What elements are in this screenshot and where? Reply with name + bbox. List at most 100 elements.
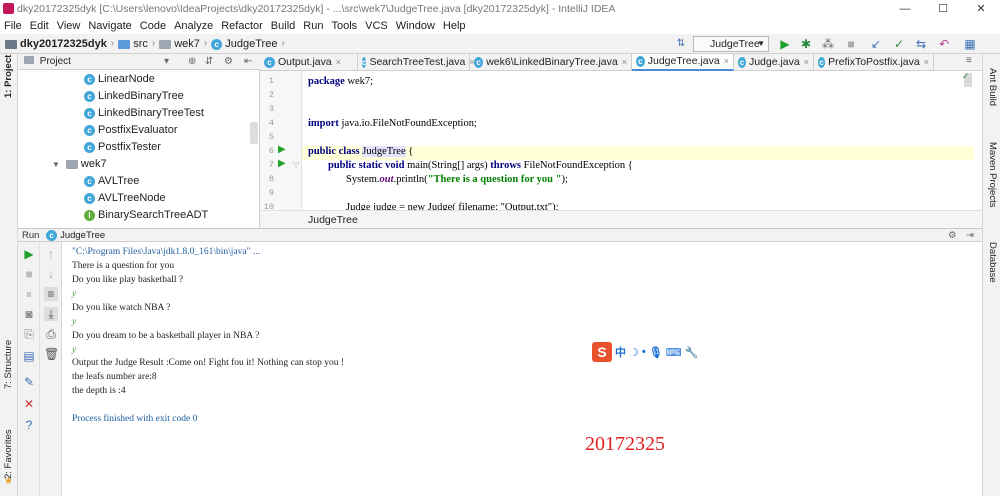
- run-icon[interactable]: ▶: [779, 38, 791, 50]
- gear-icon[interactable]: ⚙: [948, 229, 957, 242]
- ant-build-tool-tab[interactable]: Ant Build: [987, 68, 998, 106]
- database-tool-tab[interactable]: Database: [987, 242, 998, 283]
- menu-refactor[interactable]: Refactor: [217, 18, 267, 34]
- hide-panel-icon[interactable]: ⇥: [966, 229, 974, 242]
- tabs-menu-icon[interactable]: ≡: [966, 55, 972, 66]
- package-folder-icon: [159, 39, 172, 49]
- tree-item-package[interactable]: ▼ wek7: [52, 156, 107, 173]
- run-gutter-icon[interactable]: ▶: [278, 158, 286, 169]
- tab-searchtreetest-java[interactable]: c SearchTreeTest.java ×: [358, 54, 475, 71]
- debug-icon[interactable]: ✱: [800, 38, 812, 50]
- menu-window[interactable]: Window: [392, 18, 439, 34]
- close-tab-icon[interactable]: ×: [724, 53, 729, 70]
- menu-analyze[interactable]: Analyze: [170, 18, 217, 34]
- project-tool-tab[interactable]: 1: Project: [3, 55, 14, 98]
- close-tab-icon[interactable]: ×: [622, 54, 627, 71]
- menu-help[interactable]: Help: [439, 18, 470, 34]
- restore-layout-icon[interactable]: ⎘: [22, 327, 36, 341]
- scrollbar-thumb[interactable]: [250, 122, 258, 144]
- dropdown-arrow-icon[interactable]: ▾: [164, 54, 169, 70]
- keyboard-icon[interactable]: ⌨: [666, 346, 682, 359]
- menu-edit[interactable]: Edit: [26, 18, 53, 34]
- menu-navigate[interactable]: Navigate: [84, 18, 135, 34]
- stop-icon[interactable]: ■: [845, 38, 857, 50]
- interface-icon: I: [84, 210, 95, 221]
- microphone-icon[interactable]: 🎙: [649, 346, 663, 359]
- close-tab-icon[interactable]: ×: [804, 54, 809, 71]
- scroll-to-end-icon[interactable]: ⤓: [44, 307, 58, 321]
- breadcrumb-project[interactable]: dky20172325dyk: [20, 37, 107, 51]
- menu-view[interactable]: View: [53, 18, 85, 34]
- tree-item[interactable]: c LinkedBinaryTree: [84, 88, 184, 105]
- arrow-up-icon[interactable]: ↑: [44, 247, 58, 261]
- tab-linkedbinarytree-java[interactable]: c wek6\LinkedBinaryTree.java ×: [470, 54, 632, 71]
- project-structure-icon[interactable]: ▦: [964, 38, 976, 50]
- project-panel-title[interactable]: Project: [40, 56, 71, 67]
- console-output[interactable]: "C:\Program Files\Java\jdk1.8.0_161\bin\…: [62, 242, 982, 496]
- tree-item[interactable]: c LinearNode: [84, 71, 155, 88]
- menu-tools[interactable]: Tools: [327, 18, 361, 34]
- coverage-icon[interactable]: ⁂: [822, 38, 834, 50]
- pause-icon[interactable]: ⏸: [22, 287, 36, 301]
- menu-vcs[interactable]: VCS: [361, 18, 392, 34]
- favorites-tool-tab[interactable]: 2: Favorites: [3, 429, 14, 479]
- tree-item[interactable]: I BinarySearchTreeADT: [84, 207, 208, 224]
- revert-icon[interactable]: ↶: [938, 38, 950, 50]
- camera-icon[interactable]: ◙: [22, 307, 36, 321]
- structure-tool-tab[interactable]: 7: Structure: [3, 340, 14, 389]
- collapse-icon[interactable]: ⇵: [205, 54, 213, 70]
- breadcrumb-src[interactable]: src: [133, 37, 148, 51]
- arrow-down-icon[interactable]: ↓: [44, 267, 58, 281]
- hide-panel-icon[interactable]: ⇤: [244, 54, 252, 70]
- maven-projects-tool-tab[interactable]: Maven Projects: [987, 142, 998, 207]
- close-run-icon[interactable]: ✕: [22, 397, 36, 411]
- tree-item[interactable]: c AVLTree: [84, 173, 139, 190]
- vcs-history-icon[interactable]: ⇆: [915, 38, 927, 50]
- moon-icon[interactable]: ☽: [629, 346, 639, 359]
- breadcrumb-class[interactable]: JudgeTree: [225, 37, 277, 51]
- editor-breadcrumb-class[interactable]: JudgeTree: [308, 214, 358, 226]
- rerun-icon[interactable]: ▶: [22, 247, 36, 261]
- globe-icon[interactable]: ⊕: [188, 54, 196, 70]
- menu-run[interactable]: Run: [299, 18, 327, 34]
- stop-icon[interactable]: ■: [22, 267, 36, 281]
- tree-item[interactable]: c PostfixTester: [84, 139, 161, 156]
- tree-item[interactable]: c LinkedBinaryTreeTest: [84, 105, 204, 122]
- punctuation-icon[interactable]: •: [642, 346, 646, 358]
- class-icon: c: [84, 176, 95, 187]
- ime-toolbar[interactable]: S 中 ☽ • 🎙 ⌨ 🔧: [592, 342, 698, 362]
- menu-code[interactable]: Code: [136, 18, 170, 34]
- close-tab-icon[interactable]: ×: [336, 54, 341, 71]
- code-editor[interactable]: package wek7; import java.io.FileNotFoun…: [302, 71, 974, 210]
- menu-build[interactable]: Build: [267, 18, 299, 34]
- close-button[interactable]: ✕: [966, 0, 996, 18]
- ime-mode-label[interactable]: 中: [615, 344, 626, 360]
- run-configuration-select[interactable]: JudgeTree ▼: [693, 36, 769, 52]
- build-project-icon[interactable]: ⇅: [675, 38, 687, 50]
- tab-prefixtopostfix-java[interactable]: c PrefixToPostfix.java ×: [814, 54, 934, 71]
- tab-judge-java[interactable]: c Judge.java ×: [734, 54, 814, 71]
- vcs-commit-icon[interactable]: ✓: [893, 38, 905, 50]
- fold-icon[interactable]: ▽: [293, 160, 299, 169]
- tree-item[interactable]: c AVLTreeNode: [84, 190, 166, 207]
- wrench-icon[interactable]: 🔧: [685, 346, 699, 359]
- title-bar: dky20172325dyk [C:\Users\lenovo\IdeaProj…: [0, 0, 1000, 18]
- breadcrumb-package[interactable]: wek7: [174, 37, 200, 51]
- run-panel-config[interactable]: JudgeTree: [60, 230, 105, 241]
- print-icon[interactable]: ⎙: [44, 327, 58, 341]
- run-gutter-icon[interactable]: ▶: [278, 144, 286, 155]
- maximize-button[interactable]: ☐: [928, 0, 958, 18]
- tree-item[interactable]: c PostfixEvaluator: [84, 122, 177, 139]
- tab-output-java[interactable]: c Output.java ×: [260, 54, 358, 71]
- layout-icon[interactable]: ▤: [22, 349, 36, 363]
- soft-wrap-icon[interactable]: ≡: [44, 287, 58, 301]
- minimize-button[interactable]: —: [890, 0, 920, 18]
- pin-icon[interactable]: ✎: [22, 375, 36, 389]
- gear-icon[interactable]: ⚙: [224, 54, 233, 70]
- menu-file[interactable]: File: [0, 18, 26, 34]
- close-tab-icon[interactable]: ×: [924, 54, 929, 71]
- tab-judgetree-java[interactable]: c JudgeTree.java ×: [632, 54, 734, 71]
- help-icon[interactable]: ?: [22, 418, 36, 432]
- trash-icon[interactable]: 🗑: [44, 347, 59, 361]
- vcs-update-icon[interactable]: ↙: [870, 38, 882, 50]
